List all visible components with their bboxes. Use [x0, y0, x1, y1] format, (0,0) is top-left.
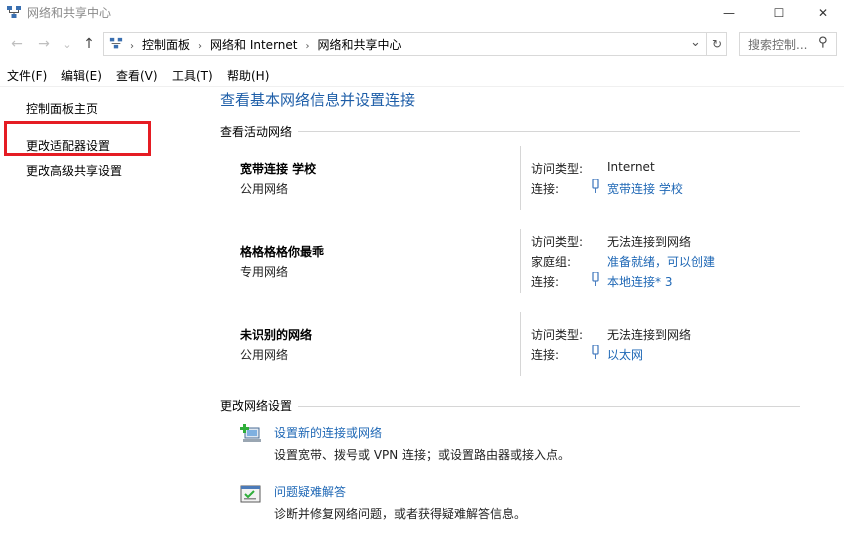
homegroup-link[interactable]: 准备就绪，可以创建 [607, 253, 715, 270]
network-name: 未识别的网络 [240, 328, 313, 342]
network-name: 格格格格你最乖 [240, 245, 325, 259]
breadcrumb-control-panel[interactable]: 控制面板 [142, 38, 190, 52]
network-type[interactable]: 专用网络 [240, 263, 288, 280]
connection-label: 连接: [531, 182, 560, 196]
divider [520, 312, 521, 376]
menu-view[interactable]: 查看(V) [116, 67, 158, 84]
minimize-icon: — [723, 6, 735, 20]
network-center-icon [7, 6, 21, 18]
menu-tools[interactable]: 工具(T) [172, 67, 213, 84]
forward-button[interactable]: → [35, 34, 53, 54]
menu-edit[interactable]: 编辑(E) [61, 67, 102, 84]
close-icon: ✕ [817, 6, 829, 20]
back-button[interactable]: ← [8, 34, 26, 54]
sidebar-item-control-panel-home[interactable]: 控制面板主页 [26, 100, 98, 117]
connection-label: 连接: [531, 275, 560, 289]
back-arrow-icon: ← [11, 36, 23, 52]
broadband-icon [592, 179, 599, 193]
breadcrumb-separator: › [305, 41, 310, 52]
navigation-bar: ← → ⌄ ↑ › 控制面板 › 网络和 Internet › 网络和共享中心 ⌄ ↻ 搜… [0, 30, 844, 58]
breadcrumb: › 控制面板 › 网络和 Internet › 网络和共享中心 [130, 36, 402, 53]
connection-link[interactable]: 宽带连接 学校 [607, 180, 683, 197]
window-title: 网络和共享中心 [27, 6, 112, 20]
divider [220, 406, 800, 407]
highlight-box [4, 121, 151, 156]
ethernet-icon [592, 345, 599, 359]
network-type[interactable]: 公用网络 [240, 180, 288, 197]
maximize-icon: ☐ [773, 6, 785, 20]
search-icon: ⚲ [818, 35, 828, 50]
menu-bar: 文件(F) 编辑(E) 查看(V) 工具(T) 帮助(H) [0, 64, 844, 87]
section-header-active-networks: 查看活动网络 [220, 123, 299, 140]
access-type-value: 无法连接到网络 [607, 328, 692, 342]
page-title: 查看基本网络信息并设置连接 [220, 91, 416, 109]
homegroup-label: 家庭组: [531, 255, 572, 269]
access-type-label: 访问类型: [531, 328, 584, 342]
troubleshoot-icon [240, 485, 261, 503]
setup-connection-description: 设置宽带、拨号或 VPN 连接；或设置路由器或接入点。 [274, 448, 571, 462]
search-input[interactable]: 搜索控制... ⚲ [739, 32, 837, 56]
divider [520, 229, 521, 293]
access-type-value: Internet [607, 160, 655, 174]
connection-label: 连接: [531, 348, 560, 362]
refresh-icon: ↻ [711, 37, 723, 51]
menu-help[interactable]: 帮助(H) [227, 67, 269, 84]
control-panel-icon [109, 37, 123, 49]
network-type[interactable]: 公用网络 [240, 346, 288, 363]
address-bar[interactable]: › 控制面板 › 网络和 Internet › 网络和共享中心 ⌄ ↻ [103, 32, 727, 56]
access-type-label: 访问类型: [531, 235, 584, 249]
breadcrumb-network-internet[interactable]: 网络和 Internet [210, 38, 297, 52]
breadcrumb-separator: › [130, 41, 134, 52]
breadcrumb-network-sharing[interactable]: 网络和共享中心 [317, 38, 401, 52]
refresh-button[interactable]: ↻ [706, 33, 727, 55]
divider [220, 131, 800, 132]
chevron-down-icon: ⌄ [62, 37, 72, 51]
title-bar: 网络和共享中心 — ☐ ✕ [0, 0, 844, 26]
section-header-change-settings: 更改网络设置 [220, 397, 299, 414]
sidebar-item-advanced-sharing[interactable]: 更改高级共享设置 [26, 162, 122, 179]
new-connection-icon [240, 424, 261, 442]
recent-locations-button[interactable]: ⌄ [60, 34, 74, 54]
access-type-label: 访问类型: [531, 162, 584, 176]
up-button[interactable]: ↑ [80, 34, 98, 54]
wifi-adapter-icon [592, 272, 599, 286]
access-type-value: 无法连接到网络 [607, 235, 692, 249]
address-dropdown-button[interactable]: ⌄ [690, 35, 701, 50]
chevron-down-icon: ⌄ [690, 35, 701, 50]
setup-connection-link[interactable]: 设置新的连接或网络 [274, 424, 382, 441]
connection-link[interactable]: 本地连接* 3 [607, 273, 672, 290]
breadcrumb-separator: › [198, 41, 203, 52]
up-arrow-icon: ↑ [83, 36, 95, 52]
divider [520, 146, 521, 210]
troubleshoot-description: 诊断并修复网络问题，或者获得疑难解答信息。 [274, 507, 527, 521]
forward-arrow-icon: → [38, 36, 50, 52]
menu-file[interactable]: 文件(F) [7, 67, 47, 84]
search-placeholder: 搜索控制... [748, 38, 808, 52]
troubleshoot-link[interactable]: 问题疑难解答 [274, 483, 346, 500]
minimize-button[interactable]: — [706, 0, 752, 26]
network-name: 宽带连接 学校 [240, 162, 317, 176]
connection-link[interactable]: 以太网 [607, 346, 643, 363]
close-button[interactable]: ✕ [800, 0, 844, 26]
maximize-button[interactable]: ☐ [756, 0, 802, 26]
